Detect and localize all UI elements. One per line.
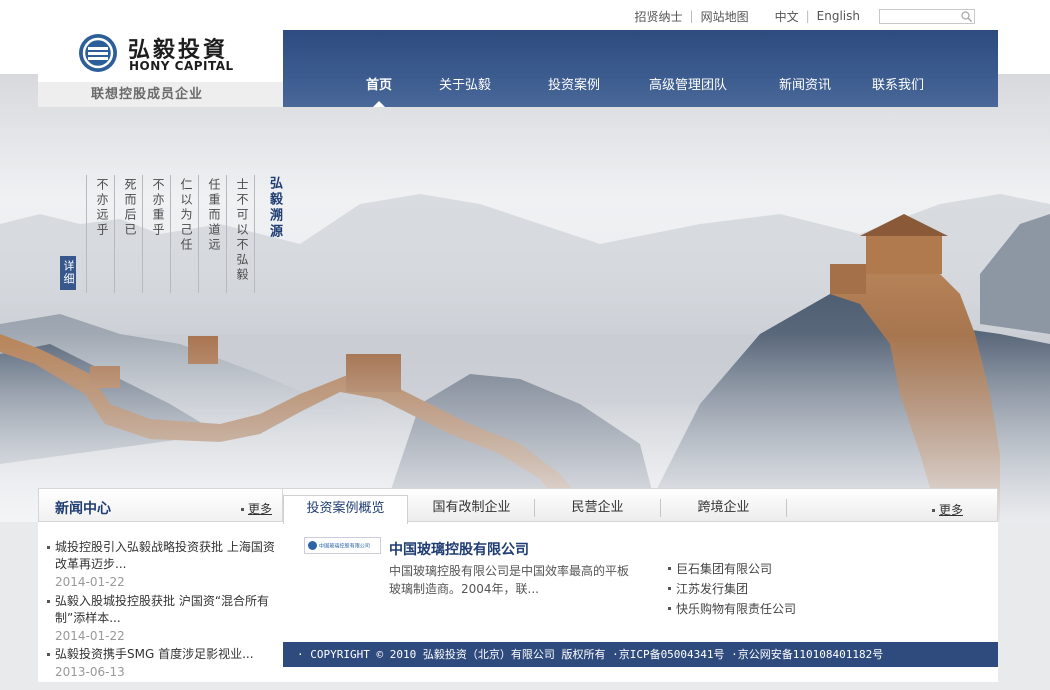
news-item[interactable]: 城投控股引入弘毅战略投资获批 上海国资改革再迈步... 2014-01-22 xyxy=(47,539,279,589)
tab-private[interactable]: 民营企业 xyxy=(535,495,660,523)
lang-cn-link[interactable]: 中文 xyxy=(768,8,806,25)
tab-cross-border[interactable]: 跨境企业 xyxy=(661,495,786,523)
featured-company-description: 中国玻璃控股有限公司是中国效率最高的平板玻璃制造商。2004年，联... xyxy=(389,564,630,596)
more-label: 更多 xyxy=(247,502,272,516)
search-icon[interactable] xyxy=(960,10,973,23)
nav-item-home[interactable]: 首页 xyxy=(366,74,392,93)
list-item[interactable]: 江苏发行集团 xyxy=(668,579,796,599)
active-nav-indicator xyxy=(373,101,385,107)
bullet-icon xyxy=(668,567,671,570)
bullet-icon xyxy=(47,600,50,603)
lang-en-link[interactable]: English xyxy=(810,9,867,23)
top-utility-bar: 招贤纳士 | 网站地图 中文 | English xyxy=(628,7,975,25)
divider xyxy=(226,175,227,293)
news-date: 2014-01-22 xyxy=(55,629,125,643)
news-title: 新闻中心 xyxy=(55,501,111,517)
company-logo-icon xyxy=(308,541,317,550)
cases-tabbar: 投资案例概览 国有改制企业 民营企业 跨境企业 更多 xyxy=(283,488,998,524)
detail-button[interactable]: 详细 xyxy=(60,256,76,290)
great-wall-landscape xyxy=(0,194,1050,522)
tab-state-owned[interactable]: 国有改制企业 xyxy=(409,495,534,523)
nav-item-cases[interactable]: 投资案例 xyxy=(548,74,600,93)
news-headline[interactable]: 弘毅入股城投控股获批 沪国资“混合所有制”添样本... xyxy=(55,594,269,625)
divider xyxy=(142,175,143,293)
company-logo-text: 中国玻璃控股有限公司 xyxy=(319,543,371,550)
company-link[interactable]: 巨石集团有限公司 xyxy=(676,562,772,576)
news-item[interactable]: 弘毅投资携手SMG 首度涉足影视业... 2013-06-13 xyxy=(47,646,279,679)
featured-company-name[interactable]: 中国玻璃控股有限公司 xyxy=(389,539,529,559)
news-header: 新闻中心 更多 xyxy=(38,488,283,522)
nav-item-about[interactable]: 关于弘毅 xyxy=(439,74,491,93)
company-link[interactable]: 江苏发行集团 xyxy=(676,582,748,596)
main-nav: 首页 关于弘毅 投资案例 高级管理团队 新闻资讯 联系我们 xyxy=(283,30,998,107)
poem-line: 不亦重乎 xyxy=(151,178,165,238)
company-list: 巨石集团有限公司 江苏发行集团 快乐购物有限责任公司 xyxy=(668,559,796,619)
bullet-icon xyxy=(240,508,244,511)
news-more-link[interactable]: 更多 xyxy=(240,500,272,517)
bullet-icon xyxy=(668,607,671,610)
footer-copyright: · COPYRIGHT © 2010 弘毅投资（北京）有限公司 版权所有 ·京I… xyxy=(283,642,998,667)
list-item[interactable]: 巨石集团有限公司 xyxy=(668,559,796,579)
news-panel: 新闻中心 更多 城投控股引入弘毅战略投资获批 上海国资改革再迈步... 2014… xyxy=(38,488,283,682)
cases-more-link[interactable]: 更多 xyxy=(931,501,963,518)
bullet-icon xyxy=(47,546,50,549)
hero-title: 弘毅溯源 xyxy=(267,176,282,240)
poem-line: 仁以为己任 xyxy=(179,178,193,253)
divider xyxy=(254,175,255,293)
logo-panel[interactable]: 弘毅投資 HONY CAPITAL 联想控股成员企业 xyxy=(38,0,283,107)
company-link[interactable]: 快乐购物有限责任公司 xyxy=(676,602,796,616)
poem-line: 不亦远乎 xyxy=(95,178,109,238)
bullet-icon xyxy=(668,587,671,590)
poem-line: 士不可以不弘毅 xyxy=(235,178,249,283)
tab-overview[interactable]: 投资案例概览 xyxy=(283,495,408,524)
nav-item-team[interactable]: 高级管理团队 xyxy=(649,74,727,93)
news-headline[interactable]: 城投控股引入弘毅战略投资获批 上海国资改革再迈步... xyxy=(55,540,275,571)
divider xyxy=(198,175,199,293)
search-input[interactable] xyxy=(879,8,975,24)
bullet-icon xyxy=(47,653,50,656)
logo-english-name: HONY CAPITAL xyxy=(129,59,234,73)
poem-line: 任重而道远 xyxy=(207,178,221,253)
nav-item-news[interactable]: 新闻资讯 xyxy=(779,74,831,93)
more-label: 更多 xyxy=(938,503,963,517)
company-logo[interactable]: 中国玻璃控股有限公司 xyxy=(304,537,381,554)
news-date: 2013-06-13 xyxy=(55,665,125,679)
news-item[interactable]: 弘毅入股城投控股获批 沪国资“混合所有制”添样本... 2014-01-22 xyxy=(47,593,279,643)
news-headline[interactable]: 弘毅投资携手SMG 首度涉足影视业... xyxy=(55,647,254,661)
divider xyxy=(114,175,115,293)
recruit-link[interactable]: 招贤纳士 xyxy=(628,8,690,25)
poem-line: 死而后已 xyxy=(123,178,137,238)
nav-item-contact[interactable]: 联系我们 xyxy=(872,74,924,93)
logo-tagline: 联想控股成员企业 xyxy=(38,82,283,107)
divider xyxy=(786,499,787,517)
list-item[interactable]: 快乐购物有限责任公司 xyxy=(668,599,796,619)
news-date: 2014-01-22 xyxy=(55,575,125,589)
bullet-icon xyxy=(931,509,935,512)
divider xyxy=(170,175,171,293)
sitemap-link[interactable]: 网站地图 xyxy=(694,8,756,25)
divider xyxy=(86,175,87,293)
hony-logo-icon xyxy=(79,34,117,72)
